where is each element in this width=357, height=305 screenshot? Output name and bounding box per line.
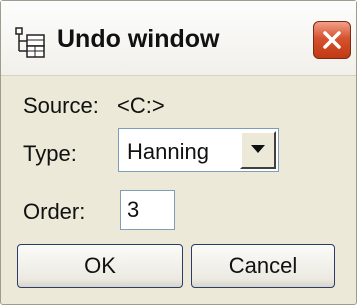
type-dropdown-button[interactable]	[240, 131, 276, 169]
undo-window-dialog: Undo window Source: <C:> Type: Hanning O…	[0, 0, 357, 305]
ok-button[interactable]: OK	[17, 244, 183, 288]
title-bar[interactable]: Undo window	[1, 1, 356, 76]
order-input[interactable]	[120, 190, 175, 230]
source-value: <C:>	[117, 93, 165, 118]
type-label: Type:	[23, 141, 77, 166]
order-label: Order:	[23, 199, 86, 224]
source-label: Source:	[23, 93, 99, 118]
tree-structure-icon	[13, 25, 47, 59]
cancel-button[interactable]: Cancel	[191, 244, 335, 288]
type-select[interactable]: Hanning	[118, 128, 279, 172]
chevron-down-icon	[251, 141, 265, 159]
type-selected-value: Hanning	[127, 139, 209, 164]
close-button[interactable]	[313, 21, 351, 59]
close-icon	[322, 30, 342, 50]
window-title: Undo window	[57, 25, 220, 53]
